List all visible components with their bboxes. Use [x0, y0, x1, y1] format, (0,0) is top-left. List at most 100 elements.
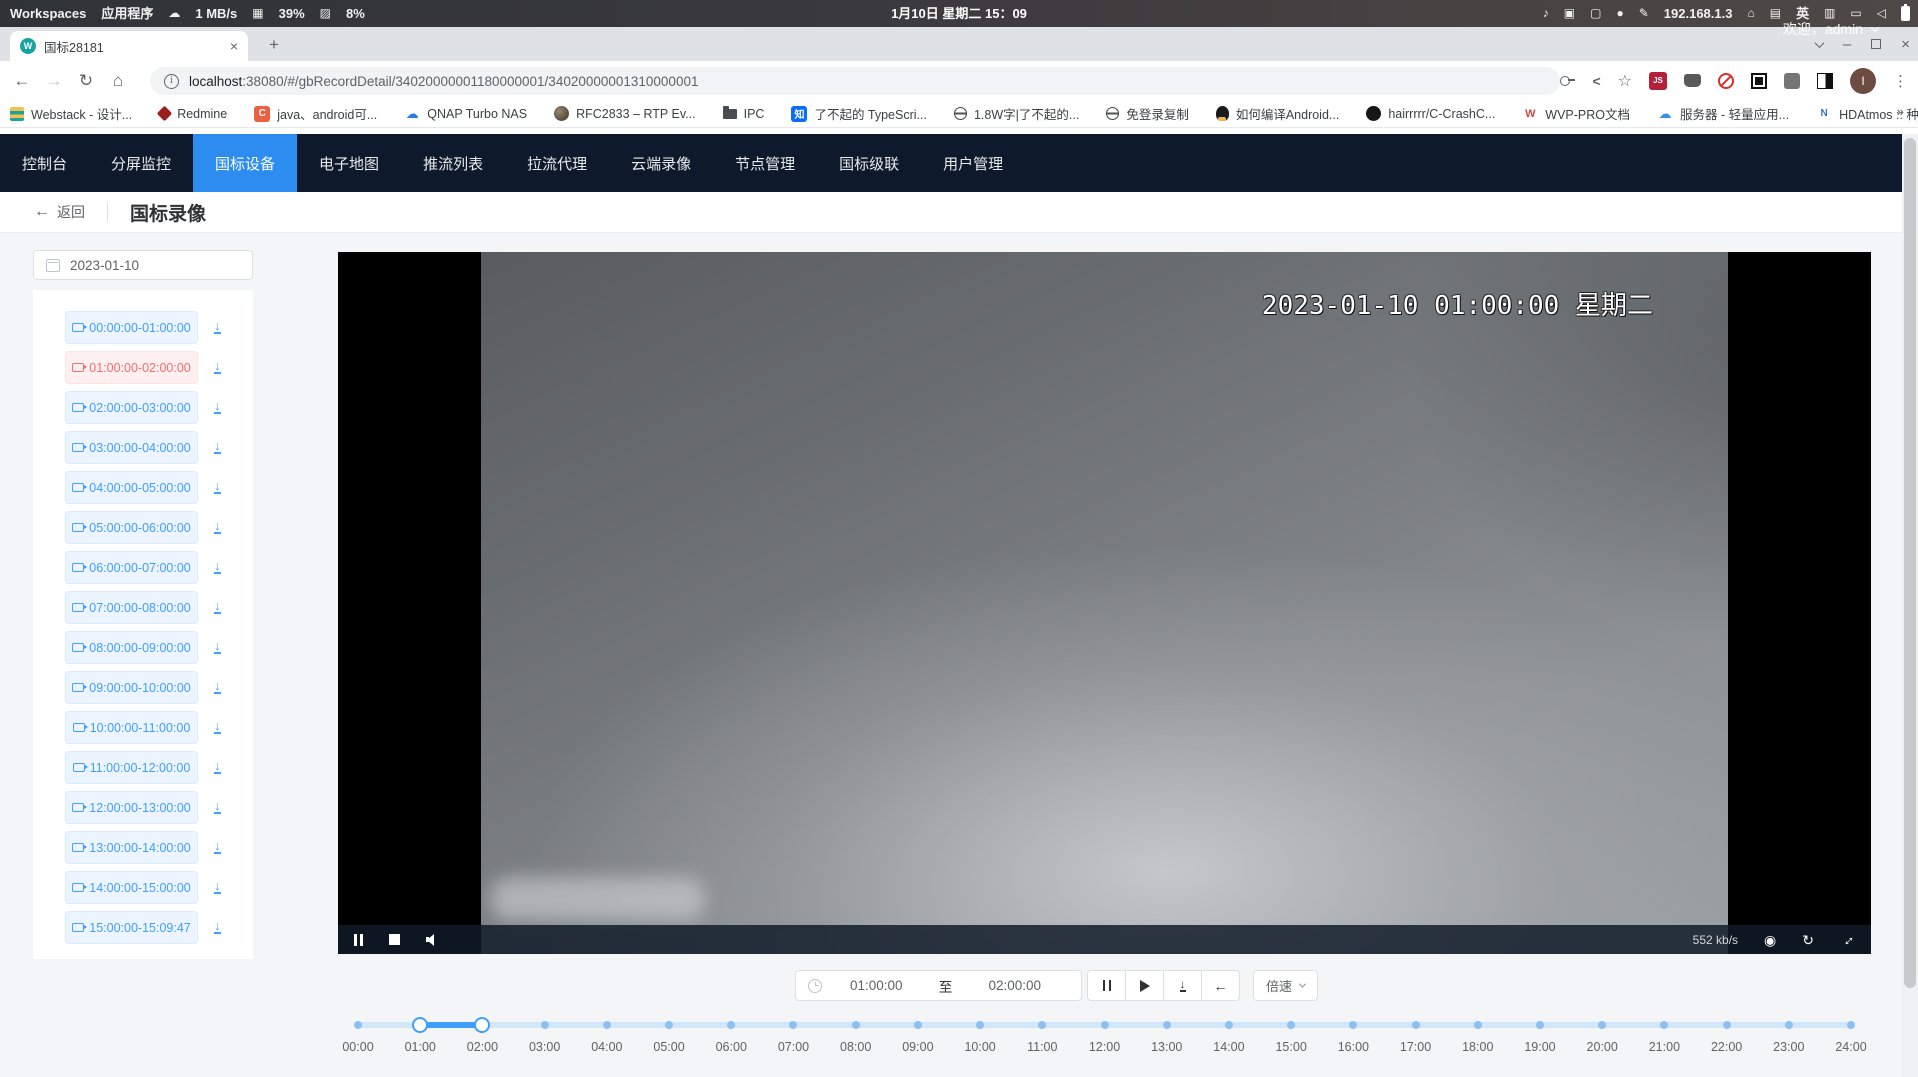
- cloud-download-icon[interactable]: ☁: [168, 0, 180, 27]
- video-player[interactable]: 2023-01-10 01:00:00 星期二 552 kb/s ◉ ↻ ↔: [338, 252, 1871, 954]
- extension-reader-icon[interactable]: [1817, 73, 1833, 89]
- timeline-handle-start[interactable]: [412, 1017, 428, 1033]
- nav-item[interactable]: 用户管理: [921, 134, 1025, 192]
- record-time-button[interactable]: 14:00:00-15:00:00: [65, 871, 198, 904]
- download-record-icon[interactable]: ↓: [214, 761, 221, 774]
- share-icon[interactable]: <: [1592, 73, 1600, 89]
- workspaces-button[interactable]: Workspaces: [10, 0, 86, 27]
- pause-button[interactable]: [1087, 970, 1126, 1001]
- nav-item[interactable]: 节点管理: [713, 134, 817, 192]
- download-record-icon[interactable]: ↓: [214, 641, 221, 654]
- browser-tab[interactable]: W 国标28181 ×: [10, 31, 248, 61]
- download-record-icon[interactable]: ↓: [214, 521, 221, 534]
- extension-frame-icon[interactable]: [1751, 73, 1767, 89]
- playback-speed-button[interactable]: 倍速: [1253, 970, 1318, 1001]
- pen-icon[interactable]: ✎: [1639, 0, 1649, 27]
- timeline-hour-dot[interactable]: [1287, 1021, 1295, 1029]
- nav-item[interactable]: 云端录像: [609, 134, 713, 192]
- keyboard-indicator-icon[interactable]: ▣: [1564, 0, 1575, 27]
- bookmarks-overflow-icon[interactable]: »: [1897, 104, 1904, 119]
- stop-icon[interactable]: [389, 934, 400, 945]
- timeline-hour-dot[interactable]: [1412, 1021, 1420, 1029]
- bookmark-item[interactable]: Redmine: [159, 107, 227, 121]
- record-time-button[interactable]: 11:00:00-12:00:00: [65, 751, 198, 784]
- record-time-button[interactable]: 05:00:00-06:00:00: [65, 511, 198, 544]
- bookmark-item[interactable]: ☁ 服务器 - 轻量应用...: [1657, 104, 1789, 123]
- bookmark-item[interactable]: IPC: [723, 107, 765, 121]
- record-time-button[interactable]: 10:00:00-11:00:00: [65, 711, 198, 744]
- cpu-icon[interactable]: ▦: [252, 0, 263, 27]
- download-record-icon[interactable]: ↓: [214, 441, 221, 454]
- download-button[interactable]: ↓: [1163, 970, 1202, 1001]
- window-close-icon[interactable]: ×: [1901, 36, 1910, 53]
- start-time-input[interactable]: 01:00:00: [822, 978, 931, 993]
- download-record-icon[interactable]: ↓: [214, 841, 221, 854]
- download-record-icon[interactable]: ↓: [214, 481, 221, 494]
- timeline-hour-dot[interactable]: [665, 1021, 673, 1029]
- timeline-hour-dot[interactable]: [1536, 1021, 1544, 1029]
- bookmark-item[interactable]: 1.8W字|了不起的...: [954, 104, 1079, 123]
- record-time-button[interactable]: 01:00:00-02:00:00: [65, 351, 198, 384]
- scrollbar-thumb[interactable]: [1904, 138, 1916, 988]
- bookmark-item[interactable]: W WVP-PRO文档: [1522, 104, 1630, 123]
- record-time-button[interactable]: 06:00:00-07:00:00: [65, 551, 198, 584]
- record-time-button[interactable]: 13:00:00-14:00:00: [65, 831, 198, 864]
- download-record-icon[interactable]: ↓: [214, 361, 221, 374]
- time-range-picker[interactable]: 01:00:00 至 02:00:00: [795, 970, 1082, 1001]
- timeline-hour-dot[interactable]: [1349, 1021, 1357, 1029]
- browser-menu-icon[interactable]: ⋮: [1893, 72, 1908, 90]
- record-time-button[interactable]: 03:00:00-04:00:00: [65, 431, 198, 464]
- status-note-icon[interactable]: ♪: [1543, 0, 1549, 27]
- bookmark-item[interactable]: 知 了不起的 TypeScri...: [791, 104, 927, 123]
- site-info-icon[interactable]: i: [164, 74, 179, 89]
- extension-js-icon[interactable]: JS: [1649, 72, 1667, 90]
- nav-item[interactable]: 国标设备: [193, 134, 297, 192]
- timeline-handle-end[interactable]: [474, 1017, 490, 1033]
- volume-muted-icon[interactable]: ◁: [1877, 0, 1886, 27]
- back-icon[interactable]: ←: [6, 71, 38, 91]
- timeline-hour-dot[interactable]: [1163, 1021, 1171, 1029]
- download-record-icon[interactable]: ↓: [214, 401, 221, 414]
- timeline-hour-dot[interactable]: [1225, 1021, 1233, 1029]
- timeline-hour-dot[interactable]: [1723, 1021, 1731, 1029]
- timeline-hour-dot[interactable]: [914, 1021, 922, 1029]
- system-clock[interactable]: 1月10日 星期二 15：09: [891, 0, 1027, 27]
- nav-item[interactable]: 推流列表: [401, 134, 505, 192]
- seek-back-button[interactable]: ←: [1201, 970, 1240, 1001]
- address-bar[interactable]: i localhost:38080/#/gbRecordDetail/34020…: [150, 67, 1560, 95]
- page-scrollbar[interactable]: [1902, 134, 1918, 1077]
- bookmark-item[interactable]: ☁ QNAP Turbo NAS: [404, 106, 527, 122]
- end-time-input[interactable]: 02:00:00: [961, 978, 1070, 993]
- record-time-button[interactable]: 09:00:00-10:00:00: [65, 671, 198, 704]
- tab-close-icon[interactable]: ×: [230, 38, 238, 54]
- download-record-icon[interactable]: ↓: [214, 801, 221, 814]
- timeline-hour-dot[interactable]: [541, 1021, 549, 1029]
- bookmark-item[interactable]: Webstack - 设计...: [10, 104, 132, 123]
- ip-address[interactable]: 192.168.1.3: [1664, 0, 1733, 27]
- battery-icon[interactable]: [1901, 6, 1910, 21]
- timeline-hour-dot[interactable]: [1038, 1021, 1046, 1029]
- extension-mask-icon[interactable]: [1684, 74, 1701, 87]
- timeline-hour-dot[interactable]: [727, 1021, 735, 1029]
- memory-icon[interactable]: ▨: [320, 0, 331, 27]
- home-icon[interactable]: ⌂: [1747, 0, 1754, 27]
- back-button[interactable]: ← 返回: [34, 202, 85, 222]
- fullscreen-icon[interactable]: ↔: [1837, 929, 1858, 950]
- forward-icon[interactable]: →: [38, 71, 70, 91]
- timeline-hour-dot[interactable]: [354, 1021, 362, 1029]
- download-record-icon[interactable]: ↓: [214, 321, 221, 334]
- download-record-icon[interactable]: ↓: [214, 681, 221, 694]
- refresh-icon[interactable]: ↻: [1802, 933, 1814, 947]
- memory-usage[interactable]: 8%: [346, 0, 365, 27]
- extension-block-icon[interactable]: [1718, 73, 1734, 89]
- download-record-icon[interactable]: ↓: [214, 601, 221, 614]
- bookmark-item[interactable]: C java、android可...: [254, 104, 377, 123]
- bookmark-star-icon[interactable]: ☆: [1618, 71, 1632, 91]
- record-time-button[interactable]: 07:00:00-08:00:00: [65, 591, 198, 624]
- timeline-hour-dot[interactable]: [1474, 1021, 1482, 1029]
- timeline-hour-dot[interactable]: [1101, 1021, 1109, 1029]
- record-time-button[interactable]: 04:00:00-05:00:00: [65, 471, 198, 504]
- bookmark-item[interactable]: hairrrrr/C-CrashC...: [1366, 106, 1495, 121]
- timeline-hour-dot[interactable]: [1847, 1021, 1855, 1029]
- timeline-hour-dot[interactable]: [603, 1021, 611, 1029]
